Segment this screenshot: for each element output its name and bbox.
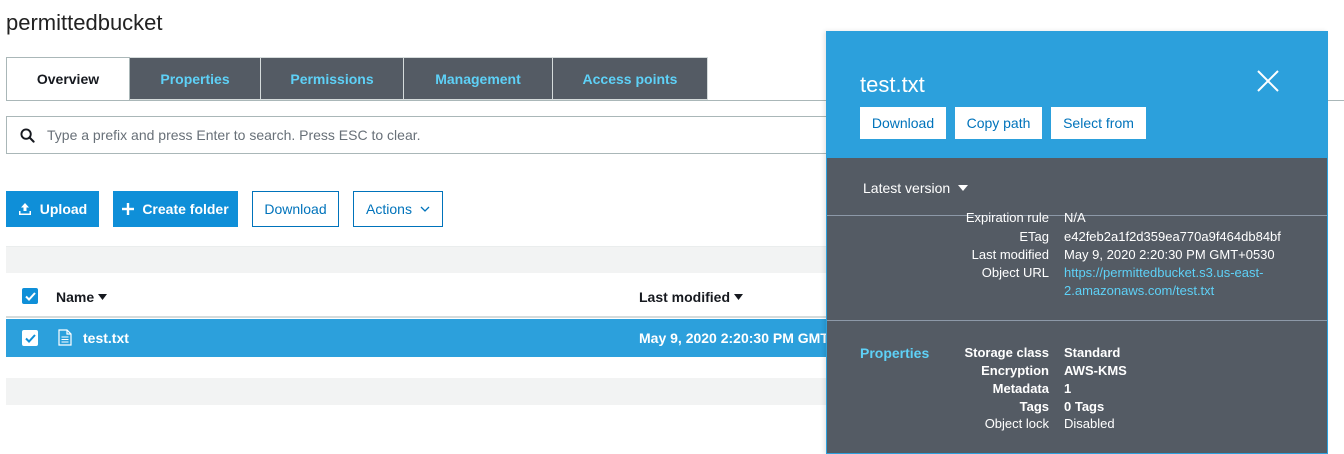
column-last-modified-header[interactable]: Last modified bbox=[639, 289, 744, 305]
table-header: Name Last modified bbox=[6, 273, 836, 318]
encryption-value: AWS-KMS bbox=[1064, 363, 1127, 378]
actions-label: Actions bbox=[366, 201, 412, 217]
panel-title: test.txt bbox=[860, 72, 925, 97]
column-name-label: Name bbox=[56, 289, 95, 305]
object-lock-value: Disabled bbox=[1064, 416, 1115, 431]
tab-bar: Overview Properties Permissions Manageme… bbox=[6, 57, 708, 101]
version-label: Latest version bbox=[863, 180, 951, 196]
file-last-modified: May 9, 2020 2:20:30 PM GMT bbox=[639, 330, 829, 346]
object-detail-panel: test.txt Download Copy path Select from … bbox=[826, 31, 1328, 454]
search-icon bbox=[7, 127, 47, 143]
select-all-checkbox[interactable] bbox=[22, 288, 38, 304]
last-modified-value: May 9, 2020 2:20:30 PM GMT+0530 bbox=[1064, 247, 1275, 262]
object-lock-label: Object lock bbox=[984, 416, 1049, 431]
upload-label: Upload bbox=[39, 201, 88, 217]
version-dropdown[interactable]: Latest version bbox=[863, 180, 969, 196]
object-url-link-line2[interactable]: 2.amazonaws.com/test.txt bbox=[1064, 283, 1214, 298]
object-url-link-line1[interactable]: https://permittedbucket.s3.us-east- bbox=[1064, 265, 1263, 280]
page-title: permittedbucket bbox=[6, 10, 163, 35]
copy-path-button[interactable]: Copy path bbox=[955, 107, 1042, 139]
last-modified-label: Last modified bbox=[971, 247, 1049, 262]
column-name-header[interactable]: Name bbox=[56, 289, 108, 305]
search-bar bbox=[6, 116, 846, 154]
tab-permissions[interactable]: Permissions bbox=[261, 57, 404, 100]
properties-divider bbox=[827, 320, 1327, 321]
chevron-down-icon bbox=[420, 206, 430, 212]
expiration-rule-value: N/A bbox=[1064, 210, 1086, 225]
actions-dropdown[interactable]: Actions bbox=[353, 191, 443, 227]
encryption-label: Encryption bbox=[981, 363, 1049, 378]
plus-icon bbox=[122, 203, 135, 215]
metadata-value: 1 bbox=[1064, 381, 1072, 396]
table-row[interactable]: test.txt May 9, 2020 2:20:30 PM GMT bbox=[6, 319, 836, 357]
tab-access-points[interactable]: Access points bbox=[553, 57, 708, 100]
expiration-rule-label: Expiration rule bbox=[965, 210, 1049, 225]
panel-download-button[interactable]: Download bbox=[860, 107, 946, 139]
panel-header: test.txt Download Copy path Select from bbox=[827, 32, 1327, 158]
sort-down-icon bbox=[98, 294, 108, 300]
tab-properties[interactable]: Properties bbox=[130, 57, 261, 100]
tags-value: 0 Tags bbox=[1064, 399, 1105, 414]
etag-label: ETag bbox=[1019, 229, 1049, 244]
select-from-button[interactable]: Select from bbox=[1051, 107, 1146, 139]
search-input[interactable] bbox=[47, 127, 807, 143]
upload-button[interactable]: Upload bbox=[6, 191, 99, 227]
download-button[interactable]: Download bbox=[252, 191, 339, 227]
table-footer-band bbox=[6, 378, 836, 405]
row-checkbox[interactable] bbox=[22, 330, 38, 346]
file-icon bbox=[58, 329, 72, 351]
column-last-modified-label: Last modified bbox=[639, 289, 731, 305]
create-folder-label: Create folder bbox=[142, 201, 229, 217]
file-name-link[interactable]: test.txt bbox=[83, 330, 129, 346]
etag-value: e42feb2a1f2d359ea770a9f464db84bf bbox=[1064, 229, 1281, 244]
create-folder-button[interactable]: Create folder bbox=[113, 191, 238, 227]
metadata-label: Metadata bbox=[992, 381, 1049, 396]
object-url-label: Object URL bbox=[981, 265, 1049, 280]
s3-console: permittedbucket Overview Properties Perm… bbox=[0, 0, 1344, 454]
storage-class-label: Storage class bbox=[964, 345, 1049, 360]
tab-overview[interactable]: Overview bbox=[6, 57, 130, 101]
storage-class-value: Standard bbox=[1064, 345, 1121, 360]
tab-management[interactable]: Management bbox=[404, 57, 553, 100]
tags-label: Tags bbox=[1019, 399, 1049, 414]
table-toolbar-band bbox=[6, 246, 836, 273]
close-icon[interactable] bbox=[1255, 68, 1281, 99]
sort-down-icon bbox=[734, 294, 744, 300]
caret-down-icon bbox=[958, 185, 969, 191]
upload-icon bbox=[18, 202, 32, 216]
